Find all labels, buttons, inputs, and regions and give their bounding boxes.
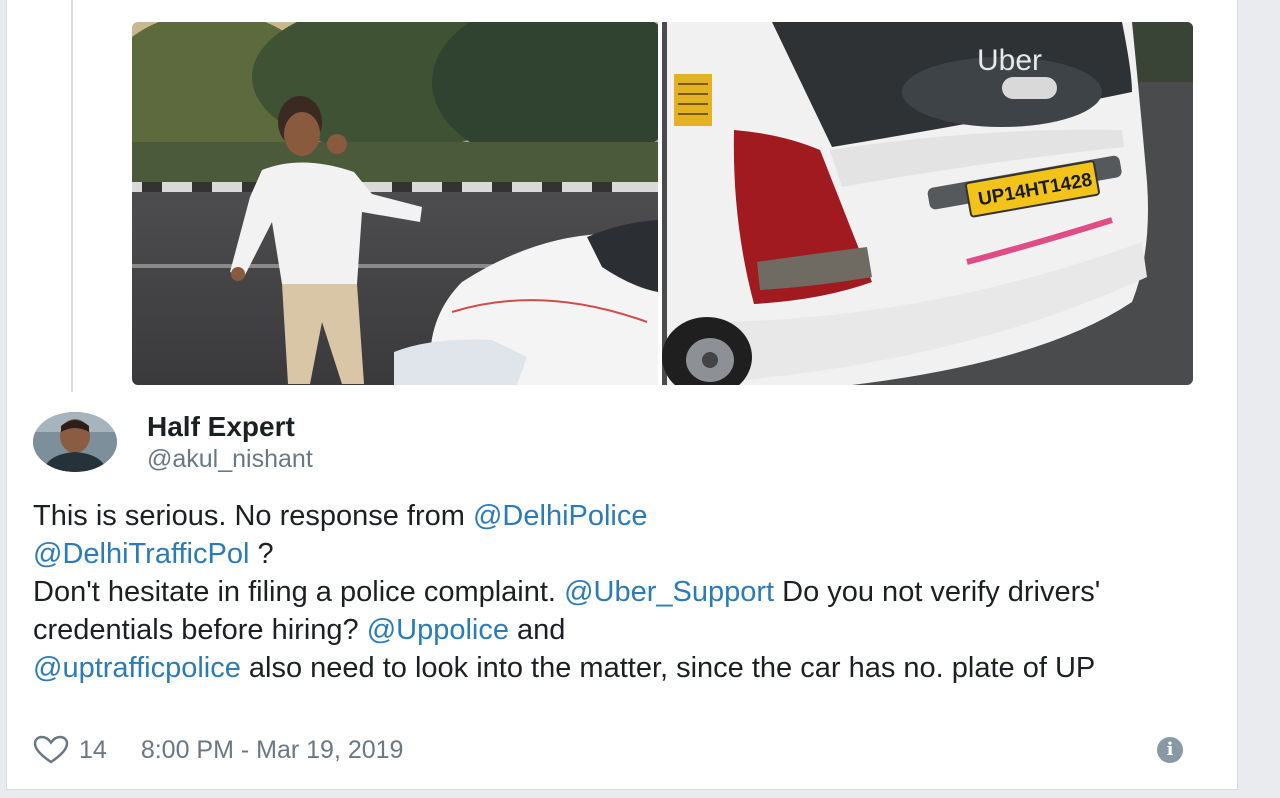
tweet-text: This is serious. No response from @Delhi… [33, 497, 1213, 687]
heart-icon[interactable] [33, 735, 69, 765]
mention-link-uber-support[interactable]: @Uber_Support [564, 576, 774, 608]
mention-link-uppolice[interactable]: @Uppolice [367, 614, 509, 646]
photo-man-beside-car[interactable] [132, 22, 658, 385]
uber-window-sticker: Uber [977, 44, 1042, 77]
tweet-text-segment: also need to look into the matter, since… [240, 652, 1096, 684]
tweet-text-segment: Don't hesitate in filing a police compla… [33, 576, 565, 608]
tweet-text-segment: and [508, 614, 566, 646]
thread-line [71, 0, 73, 392]
mention-link-delhipolice[interactable]: @DelhiPolice [473, 500, 648, 532]
author-avatar[interactable] [33, 412, 117, 472]
like-count[interactable]: 14 [79, 736, 107, 765]
tweet-media[interactable]: Uber UP14HT1428 [132, 22, 1193, 385]
tweet-text-segment: This is serious. No response from [33, 500, 473, 532]
tweet-card: Uber UP14HT1428 Half Expert @akul_nishan… [6, 0, 1238, 790]
tweet-footer: 14 8:00 PM - Mar 19, 2019 [33, 733, 403, 767]
info-icon[interactable]: i [1157, 737, 1183, 763]
tweet-text-segment: ? [249, 538, 274, 570]
author-display-name[interactable]: Half Expert [147, 411, 295, 443]
photo-car-rear[interactable]: Uber UP14HT1428 [662, 22, 1193, 385]
mention-link-delhitrafficpol[interactable]: @DelhiTrafficPol [33, 538, 249, 570]
author-handle[interactable]: @akul_nishant [147, 445, 313, 474]
tweet-timestamp[interactable]: 8:00 PM - Mar 19, 2019 [141, 736, 404, 765]
mention-link-uptrafficpolice[interactable]: @uptrafficpolice [33, 652, 241, 684]
